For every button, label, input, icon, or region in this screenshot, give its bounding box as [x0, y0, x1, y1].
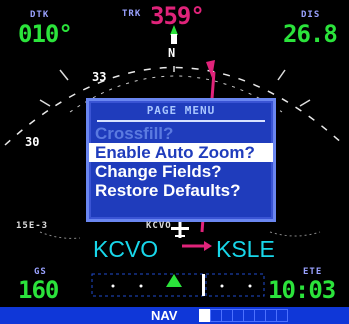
from-waypoint: KCVO	[93, 236, 159, 262]
gs-value: 160	[18, 276, 59, 304]
aircraft-icon	[171, 220, 189, 238]
trk-value: 359°	[150, 2, 205, 30]
dis-label: DIS	[301, 10, 321, 20]
menu-item-restore-defaults[interactable]: Restore Defaults?	[89, 181, 273, 200]
dis-value: 26.8	[283, 20, 338, 48]
dtk-value: 010°	[18, 20, 73, 48]
trk-label: TRK	[122, 9, 142, 19]
dtk-label: DTK	[30, 10, 50, 20]
menu-divider	[97, 120, 265, 122]
nav-page-label: NAV	[151, 308, 178, 323]
status-bar: NAV	[0, 307, 349, 324]
to-waypoint: KSLE	[216, 236, 275, 262]
menu-item-enable-auto-zoom[interactable]: Enable Auto Zoom?	[89, 143, 273, 162]
range-label: 15E-3	[16, 221, 49, 231]
menu-item-change-fields[interactable]: Change Fields?	[89, 162, 273, 181]
ete-value: 10:03	[268, 276, 336, 304]
compass-33-label: 33	[92, 70, 107, 84]
route-arrow-icon	[204, 241, 212, 251]
page-menu: PAGE MENU Crossfill? Enable Auto Zoom? C…	[86, 98, 276, 222]
menu-item-crossfill[interactable]: Crossfill?	[89, 124, 273, 143]
page-menu-title: PAGE MENU	[146, 104, 216, 117]
compass-north-label: N	[168, 46, 176, 60]
waypoint-tag-kcvo: KCVO	[146, 221, 172, 231]
page-indicator-box	[276, 309, 288, 322]
gps-display: DTK 010° TRK 359° DIS 26.8 N 33 30 PAGE …	[0, 0, 349, 324]
compass-30-label: 30	[25, 135, 40, 149]
cdi-to-arrow-icon	[166, 274, 182, 287]
